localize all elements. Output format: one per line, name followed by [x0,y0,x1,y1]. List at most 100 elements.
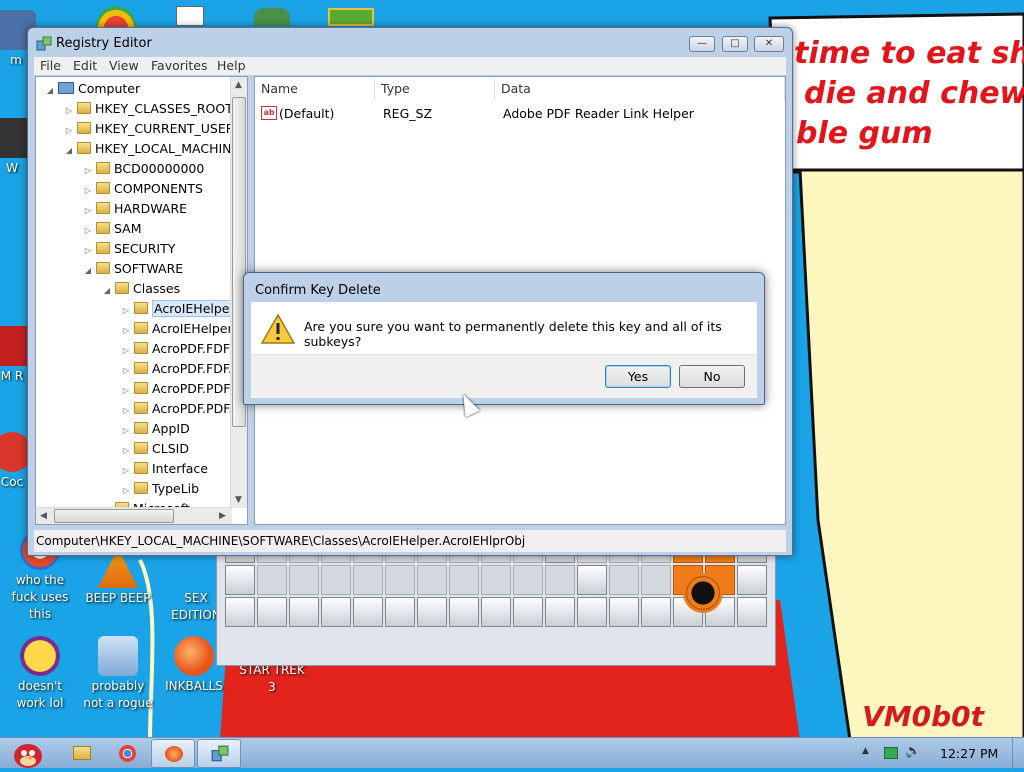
tree-node[interactable]: ▷ CLSID [120,439,189,459]
window-title: Registry Editor [56,36,152,51]
desktop-icon-top-1[interactable] [96,6,136,28]
collapse-arrow-icon[interactable]: ◢ [82,261,94,281]
collapse-arrow-icon[interactable]: ◢ [63,141,75,161]
expand-arrow-icon[interactable]: ▷ [120,341,132,361]
scroll-up-arrow-icon[interactable]: ▲ [235,80,242,90]
expand-arrow-icon[interactable]: ▷ [120,481,132,501]
tree-node[interactable]: ▷ SECURITY [82,239,175,259]
game-tile [257,597,287,627]
desktop-icon-top-2[interactable] [176,6,204,26]
expand-arrow-icon[interactable]: ▷ [120,361,132,381]
taskbar-game-button[interactable] [151,739,195,768]
desktop-icon-rogue[interactable]: probably not a rogue [80,636,156,712]
game-tile [577,597,607,627]
tree-node[interactable]: ▷ SAM [82,219,142,239]
expand-arrow-icon[interactable]: ▷ [63,121,75,141]
game-tile [385,597,415,627]
game-tile [321,565,351,595]
gear-icon [98,636,138,676]
tree-node[interactable]: ▷ AcroPDF.PDF. [120,399,232,419]
desktop-icon-top-3[interactable] [254,8,290,26]
tree-node[interactable]: ▷ AcroPDF.FDF. [120,359,232,379]
folder-icon [77,102,91,114]
tree-node[interactable]: ◢ Computer [44,79,140,99]
desktop-icon-beep[interactable]: BEEP BEEP [80,548,156,607]
expand-arrow-icon[interactable]: ▷ [120,401,132,421]
confirm-key-delete-dialog[interactable]: Confirm Key Delete Are you sure you want… [243,272,765,405]
taskbar-regedit-button[interactable] [197,739,241,768]
column-header-data[interactable]: Data [495,77,785,101]
game-tile [449,597,479,627]
desktop-icon-star-trek[interactable]: STAR TREK 3 [234,662,310,696]
collapse-arrow-icon[interactable]: ◢ [101,281,113,301]
scroll-down-arrow-icon[interactable]: ▼ [235,495,242,505]
close-button[interactable]: ✕ [754,36,784,52]
taskbar: ▲ 🔈 12:27 PM [0,737,1024,769]
no-button[interactable]: No [679,365,745,388]
folder-icon [134,362,148,374]
tree-node[interactable]: ◢ HKEY_LOCAL_MACHINE [63,139,240,161]
tree-node[interactable]: ◢ Classes [101,279,180,299]
menu-favorites[interactable]: Favorites [151,58,207,73]
start-button[interactable] [4,738,48,769]
scroll-right-arrow-icon[interactable]: ▶ [219,511,226,521]
expand-arrow-icon[interactable]: ▷ [82,201,94,221]
clock[interactable]: 12:27 PM [940,746,998,761]
tree-node[interactable]: ▷ HKEY_CURRENT_USER [63,119,235,141]
game-tile [289,597,319,627]
expand-arrow-icon[interactable]: ▷ [120,301,132,321]
expand-arrow-icon[interactable]: ▷ [120,461,132,481]
tree-node[interactable]: ▷ COMPONENTS [82,179,203,199]
folder-icon [96,162,110,174]
tree-horizontal-scrollbar[interactable]: ◀ ▶ [36,507,232,524]
expand-arrow-icon[interactable]: ▷ [120,321,132,341]
volume-icon[interactable]: 🔈 [905,744,921,759]
tree-node[interactable]: ▷ TypeLib [120,479,199,499]
yes-button[interactable]: Yes [605,365,671,388]
menu-edit[interactable]: Edit [73,58,97,73]
tree-node[interactable]: ▷ BCD00000000 [82,159,204,179]
tree-node[interactable]: ▷ AcroPDF.PDF [120,379,230,399]
menu-view[interactable]: View [109,58,139,73]
expand-arrow-icon[interactable]: ▷ [82,181,94,201]
inkball-icon [174,636,214,676]
collapse-arrow-icon[interactable]: ◢ [44,81,56,101]
tree-node[interactable]: ▷ AcroIEHelper [120,299,237,319]
tree-node[interactable]: ▷ AcroIEHelper [120,319,233,339]
expand-arrow-icon[interactable]: ▷ [120,381,132,401]
tree-node-label: AcroPDF.PDF. [152,401,233,416]
expand-arrow-icon[interactable]: ▷ [120,441,132,461]
tree-node[interactable]: ▷ HARDWARE [82,199,187,219]
maximize-button[interactable]: □ [722,36,748,52]
tree-node[interactable]: ▷ HKEY_CLASSES_ROOT [63,99,233,119]
minimize-button[interactable]: — [689,36,715,52]
menu-file[interactable]: File [40,58,61,73]
tree-node[interactable]: ▷ Interface [120,459,208,479]
key-tree[interactable]: ◢ Computer ▷ HKEY_CLASSES_ROOT ▷ HKEY_CURRENT… [35,76,248,525]
taskbar-chrome-button[interactable] [105,739,149,768]
network-icon[interactable] [884,747,898,759]
show-hidden-icons-icon[interactable]: ▲ [862,746,869,756]
menu-help[interactable]: Help [217,58,246,73]
tree-node[interactable]: ▷ AcroPDF.FDF [120,339,230,359]
value-data: Adobe PDF Reader Link Helper [503,106,694,121]
tree-node[interactable]: ▷ AppID [120,419,190,439]
expand-arrow-icon[interactable]: ▷ [82,241,94,261]
show-desktop-button[interactable] [1012,738,1024,769]
expand-arrow-icon[interactable]: ▷ [120,421,132,441]
column-header-type[interactable]: Type [375,77,495,101]
expand-arrow-icon[interactable]: ▷ [82,221,94,241]
tree-node[interactable]: ◢ SOFTWARE [82,259,183,279]
tree-horizontal-scroll-thumb[interactable] [54,509,174,523]
desktop-icon-yahoo[interactable]: doesn't work lol [2,636,78,712]
angry-bird-icon [14,744,42,768]
expand-arrow-icon[interactable]: ▷ [82,161,94,181]
expand-arrow-icon[interactable]: ▷ [63,101,75,121]
taskbar-explorer-button[interactable] [60,739,104,768]
game-tile [609,565,639,595]
menu-bar: File Edit View Favorites Help [34,57,786,75]
column-header-name[interactable]: Name [255,77,375,101]
desktop-icon-label: probably not a rogue [83,679,153,710]
scroll-left-arrow-icon[interactable]: ◀ [40,511,47,521]
desktop-icon-top-4[interactable] [328,8,374,26]
